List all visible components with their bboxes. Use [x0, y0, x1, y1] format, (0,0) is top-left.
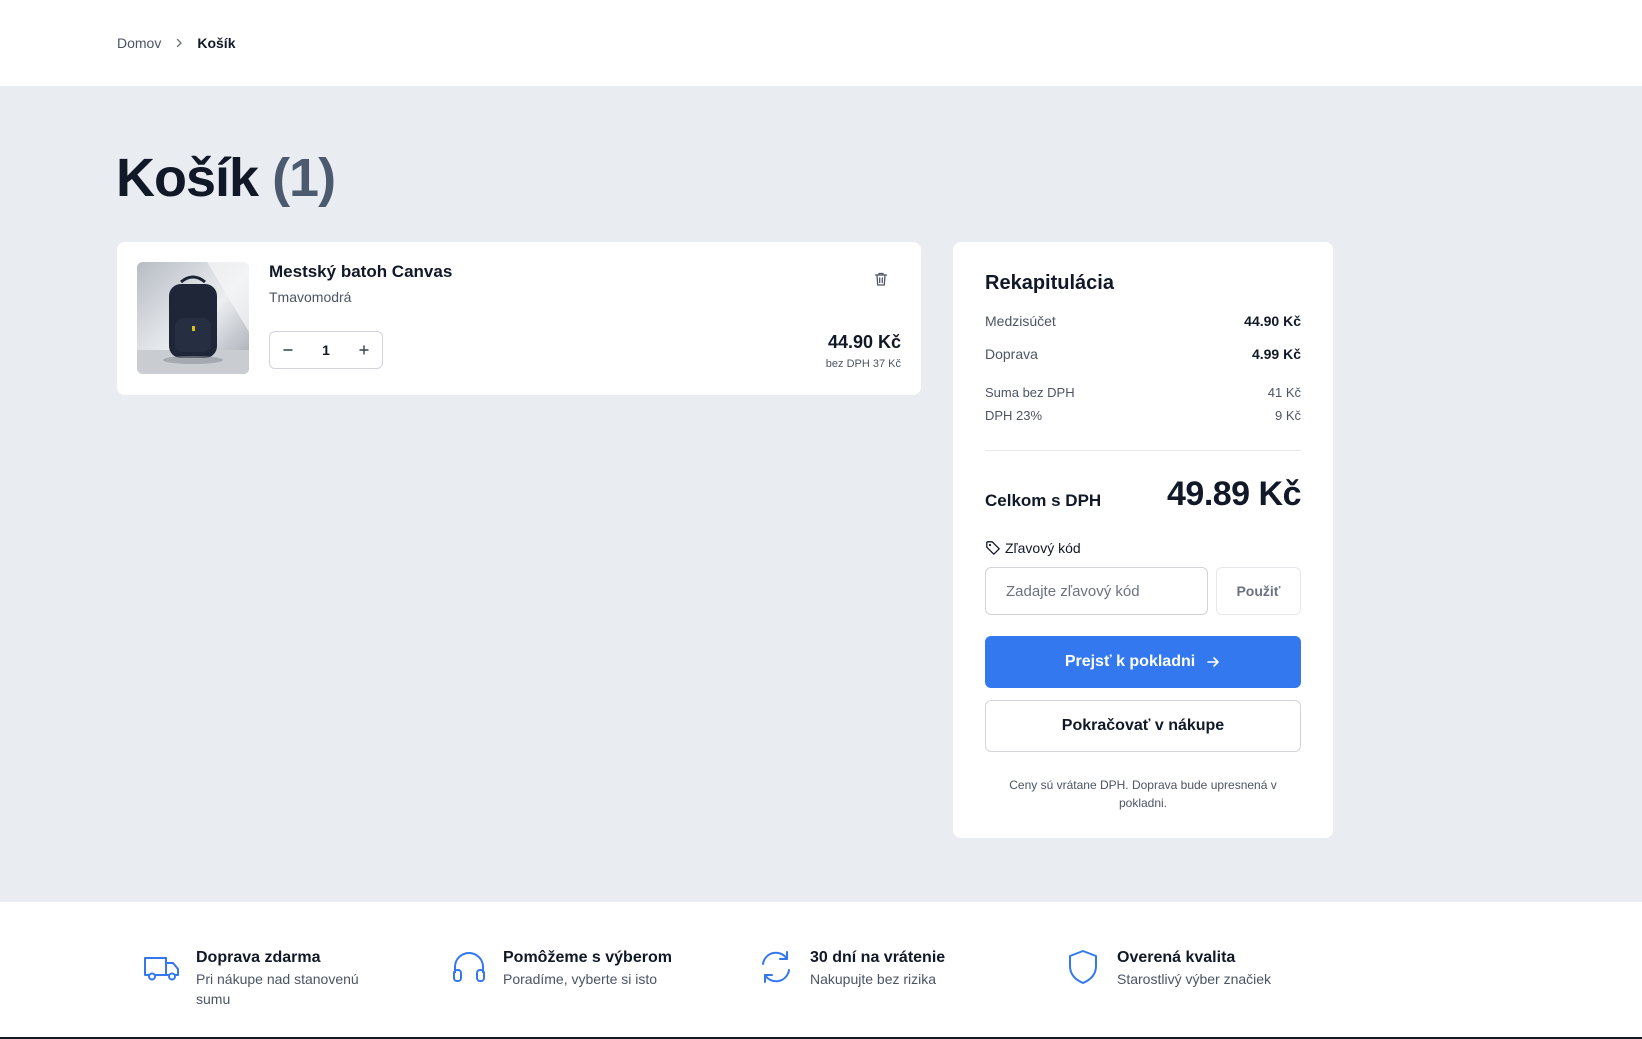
item-price-net: bez DPH 37 Kč	[825, 358, 901, 370]
page-title: Košík (1)	[116, 146, 336, 211]
total-value: 49.89 Kč	[1167, 475, 1302, 513]
shipping-row: Doprava 4.99 Kč	[985, 346, 1301, 362]
headphones-icon	[453, 952, 485, 982]
breadcrumb-current: Košík	[197, 35, 236, 51]
minus-icon	[283, 349, 293, 351]
page-title-text: Košík	[116, 148, 259, 208]
shipping-value: 4.99 Kč	[1251, 346, 1301, 362]
chevron-right-icon	[173, 37, 185, 49]
coupon-label-text: Zľavový kód	[1005, 540, 1081, 556]
feature-quality: Overená kvalita Starostlivý výber značie…	[1063, 947, 1307, 989]
summary-divider	[985, 450, 1301, 451]
feature-title: 30 dní na vrátenie	[810, 949, 946, 966]
arrow-right-icon	[1207, 657, 1219, 667]
feature-returns: 30 dní na vrátenie Nakupujte bez rizika	[756, 947, 1000, 989]
increase-quantity-button[interactable]	[354, 340, 374, 360]
quantity-value[interactable]: 1	[322, 342, 330, 358]
total-label: Celkom s DPH	[985, 491, 1102, 510]
backpack-photo-icon	[137, 262, 249, 374]
breadcrumb-home-link[interactable]: Domov	[117, 35, 161, 51]
checkout-button[interactable]: Prejsť k pokladni	[985, 636, 1301, 688]
feature-subtitle: Pri nákupe nad stanovenú sumu	[196, 971, 359, 1007]
vat-row: DPH 23% 9 Kč	[985, 408, 1301, 423]
feature-help: Pomôžeme s výberom Poradíme, vyberte si …	[449, 947, 693, 989]
features-bar: Doprava zdarma Pri nákupe nad stanovenú …	[0, 902, 1642, 1037]
feature-subtitle: Poradíme, vyberte si isto	[503, 971, 658, 987]
feature-title: Doprava zdarma	[196, 949, 321, 966]
feature-free-shipping: Doprava zdarma Pri nákupe nad stanovenú …	[142, 947, 386, 1009]
net-row: Suma bez DPH 41 Kč	[985, 385, 1301, 400]
trash-icon	[874, 272, 888, 286]
truck-icon	[144, 957, 179, 981]
net-value: 41 Kč	[1267, 385, 1301, 400]
coupon-input[interactable]	[985, 567, 1208, 615]
breadcrumb: Domov Košík	[117, 35, 235, 51]
shield-icon	[1069, 950, 1097, 984]
subtotal-label: Medzisúčet	[985, 313, 1056, 329]
product-name[interactable]: Mestský batoh Canvas	[269, 262, 452, 282]
plus-icon	[359, 345, 369, 355]
net-label: Suma bez DPH	[985, 385, 1075, 400]
product-image[interactable]	[137, 262, 249, 374]
coupon-label: Zľavový kód	[985, 540, 1081, 556]
top-bar: Domov Košík	[0, 0, 1642, 86]
cart-count: (1)	[272, 148, 336, 208]
vat-label: DPH 23%	[985, 408, 1043, 423]
summary-title: Rekapitulácia	[985, 272, 1114, 294]
checkout-button-label: Prejsť k pokladni	[1064, 653, 1196, 670]
continue-shopping-button[interactable]: Pokračovať v nákupe	[985, 700, 1301, 752]
feature-subtitle: Starostlivý výber značiek	[1117, 971, 1272, 987]
main-content: Košík (1) Mestský batoh Canvas Tmavomodr…	[0, 86, 1642, 902]
cart-item: Mestský batoh Canvas Tmavomodrá 1 44.90 …	[117, 242, 921, 395]
subtotal-value: 44.90 Kč	[1244, 313, 1301, 329]
tag-icon	[986, 541, 1000, 555]
quantity-stepper: 1	[269, 331, 383, 369]
refresh-icon	[762, 951, 790, 983]
summary-note: Ceny sú vrátane DPH. Doprava bude upresn…	[1009, 778, 1277, 810]
subtotal-row: Medzisúčet 44.90 Kč	[985, 313, 1301, 329]
feature-title: Overená kvalita	[1117, 949, 1236, 966]
item-price: 44.90 Kč	[827, 332, 901, 352]
decrease-quantity-button[interactable]	[278, 340, 298, 360]
apply-coupon-button[interactable]: Použiť	[1216, 567, 1301, 615]
feature-title: Pomôžeme s výberom	[503, 949, 672, 966]
feature-subtitle: Nakupujte bez rizika	[810, 971, 937, 987]
remove-item-button[interactable]	[872, 270, 890, 288]
vat-value: 9 Kč	[1274, 408, 1301, 423]
shipping-label: Doprava	[985, 346, 1038, 362]
product-variant: Tmavomodrá	[269, 289, 352, 305]
order-summary: Rekapitulácia Medzisúčet 44.90 Kč Doprav…	[953, 242, 1333, 838]
